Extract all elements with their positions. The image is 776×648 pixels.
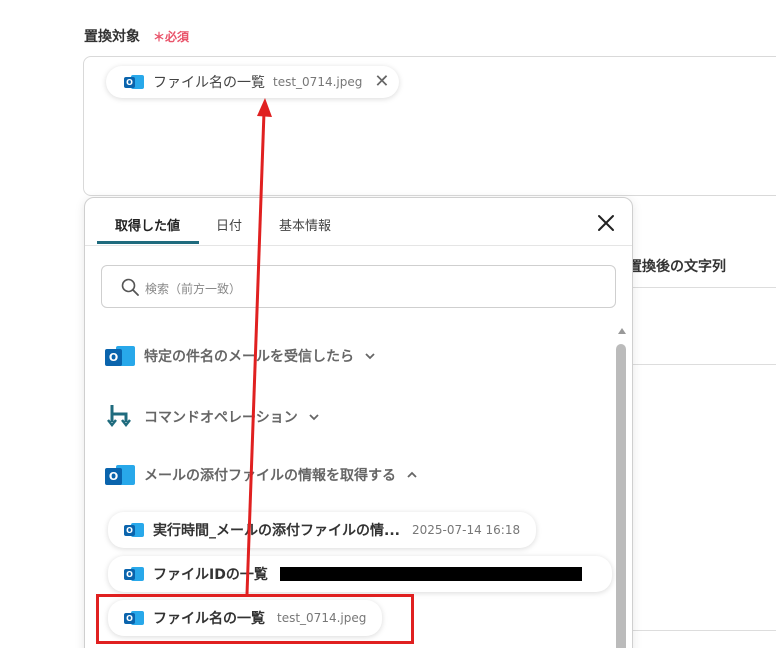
outlook-icon: O xyxy=(105,462,135,488)
tab-acquired-values[interactable]: 取得した値 xyxy=(115,215,180,234)
replace-after-label: 置換後の文字列 xyxy=(628,259,726,275)
group-label: メールの添付ファイルの情報を取得する xyxy=(144,468,396,484)
outlook-icon: O xyxy=(124,565,144,583)
list-item-execution-time[interactable]: O 実行時間_メールの添付ファイルの情... 2025-07-14 16:18 xyxy=(108,512,537,548)
scrollbar-thumb[interactable] xyxy=(616,344,626,648)
required-badge: ＊必須 xyxy=(153,30,190,44)
item-label: ファイルIDの一覧 xyxy=(153,567,268,583)
item-label: 実行時間_メールの添付ファイルの情... xyxy=(153,523,400,539)
scrollbar[interactable] xyxy=(616,328,628,648)
selected-value-chip[interactable]: O ファイル名の一覧 test_0714.jpeg ✕ xyxy=(106,66,400,98)
group-trigger-mail[interactable]: O 特定の件名のメールを受信したら xyxy=(105,343,376,369)
outlook-icon: O xyxy=(124,73,144,91)
scroll-up-arrow-icon[interactable] xyxy=(618,328,626,334)
group-label: 特定の件名のメールを受信したら xyxy=(144,349,354,365)
chevron-up-icon xyxy=(407,471,417,478)
search-placeholder: 検索（前方一致） xyxy=(145,282,242,296)
highlight-box xyxy=(96,594,414,644)
chip-label: ファイル名の一覧 xyxy=(153,75,265,91)
redacted-value xyxy=(279,567,582,581)
active-tab-indicator xyxy=(97,241,199,244)
group-get-attachment-info[interactable]: O メールの添付ファイルの情報を取得する xyxy=(105,462,418,488)
chevron-down-icon xyxy=(365,353,375,360)
tab-bar: 取得した値 日付 基本情報 xyxy=(85,198,632,246)
group-label: コマンドオペレーション xyxy=(144,410,298,426)
outlook-icon: O xyxy=(124,521,144,539)
search-input[interactable]: 検索（前方一致） xyxy=(101,265,616,308)
chevron-down-icon xyxy=(309,414,319,421)
command-operation-icon xyxy=(107,405,131,428)
item-value: 2025-07-14 16:18 xyxy=(411,523,521,537)
divider xyxy=(632,630,776,631)
divider xyxy=(632,364,776,365)
tab-basic-info[interactable]: 基本情報 xyxy=(279,215,331,234)
search-icon xyxy=(121,278,139,296)
outlook-icon: O xyxy=(105,343,135,369)
replace-target-label: 置換対象 xyxy=(84,29,140,45)
chip-value: test_0714.jpeg xyxy=(273,75,363,89)
list-item-file-ids[interactable]: O ファイルIDの一覧 xyxy=(108,556,612,592)
divider xyxy=(632,287,776,288)
close-icon[interactable] xyxy=(595,212,617,234)
tab-date[interactable]: 日付 xyxy=(216,215,242,234)
group-command-operation[interactable]: コマンドオペレーション xyxy=(105,402,320,432)
remove-chip-icon[interactable]: ✕ xyxy=(374,73,389,91)
